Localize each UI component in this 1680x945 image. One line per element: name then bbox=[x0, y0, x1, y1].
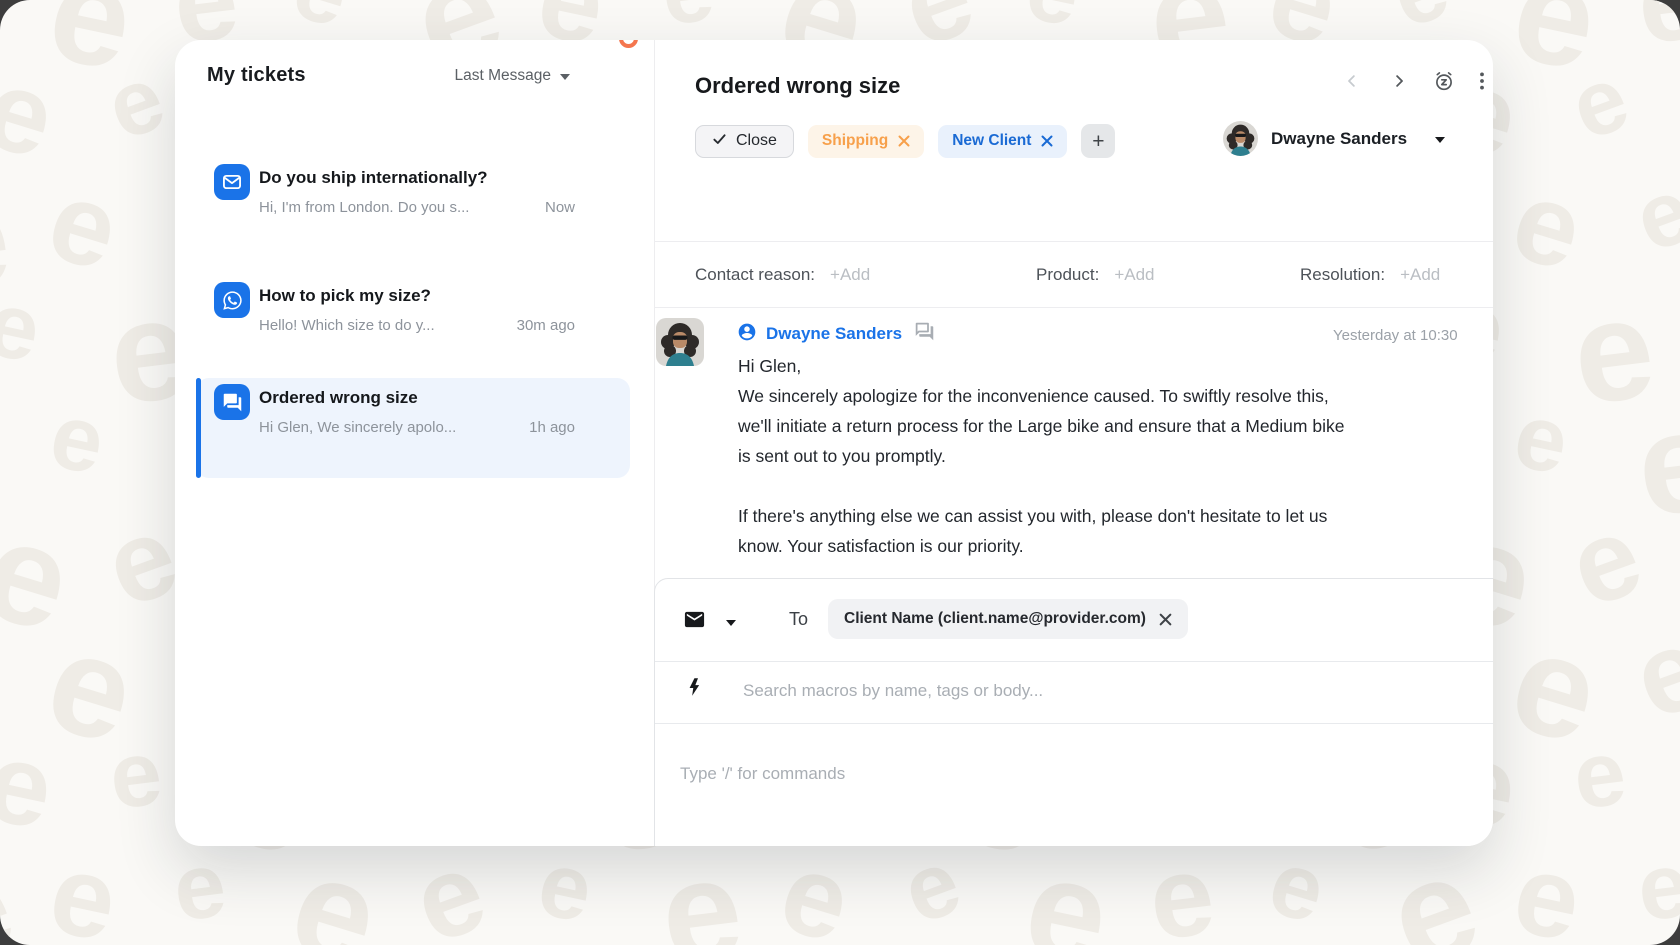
tag-label: Shipping bbox=[822, 132, 888, 150]
more-options-icon[interactable] bbox=[1467, 66, 1493, 96]
ticket-title: Do you ship internationally? bbox=[259, 168, 575, 188]
whatsapp-icon bbox=[214, 282, 250, 318]
email-channel-icon bbox=[681, 608, 708, 636]
ticket-row-pick-my-size[interactable]: How to pick my size? Hello! Which size t… bbox=[196, 276, 630, 376]
ticket-fields-row: Contact reason: +Add Product: +Add Resol… bbox=[654, 241, 1493, 308]
helpdesk-window: My tickets Last Message Do you ship inte… bbox=[175, 40, 1493, 846]
tag-label: New Client bbox=[952, 132, 1031, 150]
sender-name-link[interactable]: Dwayne Sanders bbox=[766, 324, 902, 344]
message-line: is sent out to you promptly. bbox=[738, 446, 1493, 476]
assignee-dropdown[interactable]: Dwayne Sanders bbox=[1223, 121, 1445, 156]
ticket-time: 30m ago bbox=[507, 317, 575, 334]
ticket-preview: Hi Glen, We sincerely apolo... bbox=[259, 419, 456, 436]
chevron-down-icon bbox=[560, 74, 570, 80]
remove-recipient-icon[interactable] bbox=[1159, 613, 1172, 626]
assignee-avatar bbox=[1223, 121, 1258, 156]
message-line: we'll initiate a return process for the … bbox=[738, 416, 1493, 446]
remove-tag-icon[interactable] bbox=[1041, 135, 1053, 147]
email-icon bbox=[214, 164, 250, 200]
plus-label: + bbox=[1092, 131, 1104, 152]
message-line: know. Your satisfaction is our priority. bbox=[738, 536, 1493, 566]
app-background: eeeeeeeeeeeeeeeeeeeeeeeeeeeeeeeeeeeeeeee… bbox=[0, 0, 1680, 945]
conversation-title: Ordered wrong size bbox=[695, 73, 900, 99]
selected-indicator-bar bbox=[196, 378, 201, 478]
tag-new-client[interactable]: New Client bbox=[938, 125, 1067, 158]
ticket-title: How to pick my size? bbox=[259, 286, 575, 306]
recipient-chip: Client Name (client.name@provider.com) bbox=[828, 599, 1188, 639]
close-ticket-button[interactable]: Close bbox=[695, 125, 794, 158]
field-label-resolution: Resolution: bbox=[1300, 265, 1385, 285]
ticket-row-ordered-wrong-size-selected[interactable]: Ordered wrong size Hi Glen, We sincerely… bbox=[196, 378, 630, 478]
sender-avatar bbox=[656, 318, 704, 366]
message-line: We sincerely apologize for the inconveni… bbox=[738, 386, 1493, 416]
check-icon bbox=[712, 132, 727, 151]
macro-lightning-icon bbox=[685, 674, 705, 705]
reply-editor[interactable]: Type '/' for commands bbox=[680, 739, 1489, 846]
add-tag-button[interactable]: + bbox=[1081, 124, 1115, 158]
message-line: Hi Glen, bbox=[738, 356, 1493, 386]
recipient-text: Client Name (client.name@provider.com) bbox=[844, 610, 1146, 628]
ticket-title: Ordered wrong size bbox=[259, 388, 575, 408]
ticket-time: Now bbox=[535, 199, 575, 216]
ticket-preview: Hello! Which size to do y... bbox=[259, 317, 435, 334]
chat-icon bbox=[214, 384, 250, 420]
ticket-row-ship-internationally[interactable]: Do you ship internationally? Hi, I'm fro… bbox=[196, 158, 630, 258]
macro-search-input[interactable] bbox=[743, 671, 1383, 711]
message-timestamp: Yesterday at 10:30 bbox=[1333, 327, 1458, 344]
channel-selector[interactable] bbox=[681, 608, 736, 636]
message-line bbox=[738, 476, 1493, 506]
chevron-down-icon bbox=[726, 620, 736, 626]
message-body: Hi Glen, We sincerely apologize for the … bbox=[738, 356, 1493, 566]
add-product-button[interactable]: +Add bbox=[1114, 265, 1154, 285]
sort-label: Last Message bbox=[455, 67, 552, 85]
chevron-down-icon bbox=[1435, 137, 1445, 143]
editor-placeholder: Type '/' for commands bbox=[680, 764, 1489, 784]
ticket-preview: Hi, I'm from London. Do you s... bbox=[259, 199, 469, 216]
reply-composer: To Client Name (client.name@provider.com… bbox=[654, 578, 1493, 846]
chat-bubble-icon[interactable] bbox=[914, 321, 935, 347]
tag-shipping[interactable]: Shipping bbox=[808, 125, 924, 158]
ticket-time: 1h ago bbox=[519, 419, 575, 436]
previous-ticket-icon[interactable] bbox=[1337, 66, 1367, 96]
sort-dropdown[interactable]: Last Message bbox=[455, 67, 571, 85]
remove-tag-icon[interactable] bbox=[898, 135, 910, 147]
message-sender-row: Dwayne Sanders bbox=[737, 322, 935, 346]
assignee-name: Dwayne Sanders bbox=[1271, 129, 1407, 149]
message-line: If there's anything else we can assist y… bbox=[738, 506, 1493, 536]
add-resolution-button[interactable]: +Add bbox=[1400, 265, 1440, 285]
person-icon bbox=[737, 322, 757, 347]
ticket-list-header: My tickets Last Message bbox=[207, 64, 570, 87]
field-label-product: Product: bbox=[1036, 265, 1099, 285]
add-contact-reason-button[interactable]: +Add bbox=[830, 265, 870, 285]
field-label-contact-reason: Contact reason: bbox=[695, 265, 815, 285]
ticket-list-title: My tickets bbox=[207, 64, 306, 87]
tags-row: Close Shipping New Client + bbox=[695, 124, 1115, 158]
next-ticket-icon[interactable] bbox=[1384, 66, 1414, 96]
notification-peek bbox=[619, 40, 638, 48]
to-label: To bbox=[789, 609, 808, 630]
close-label: Close bbox=[736, 132, 777, 150]
composer-divider bbox=[655, 661, 1493, 662]
composer-divider bbox=[655, 723, 1493, 724]
snooze-icon[interactable] bbox=[1429, 66, 1459, 96]
